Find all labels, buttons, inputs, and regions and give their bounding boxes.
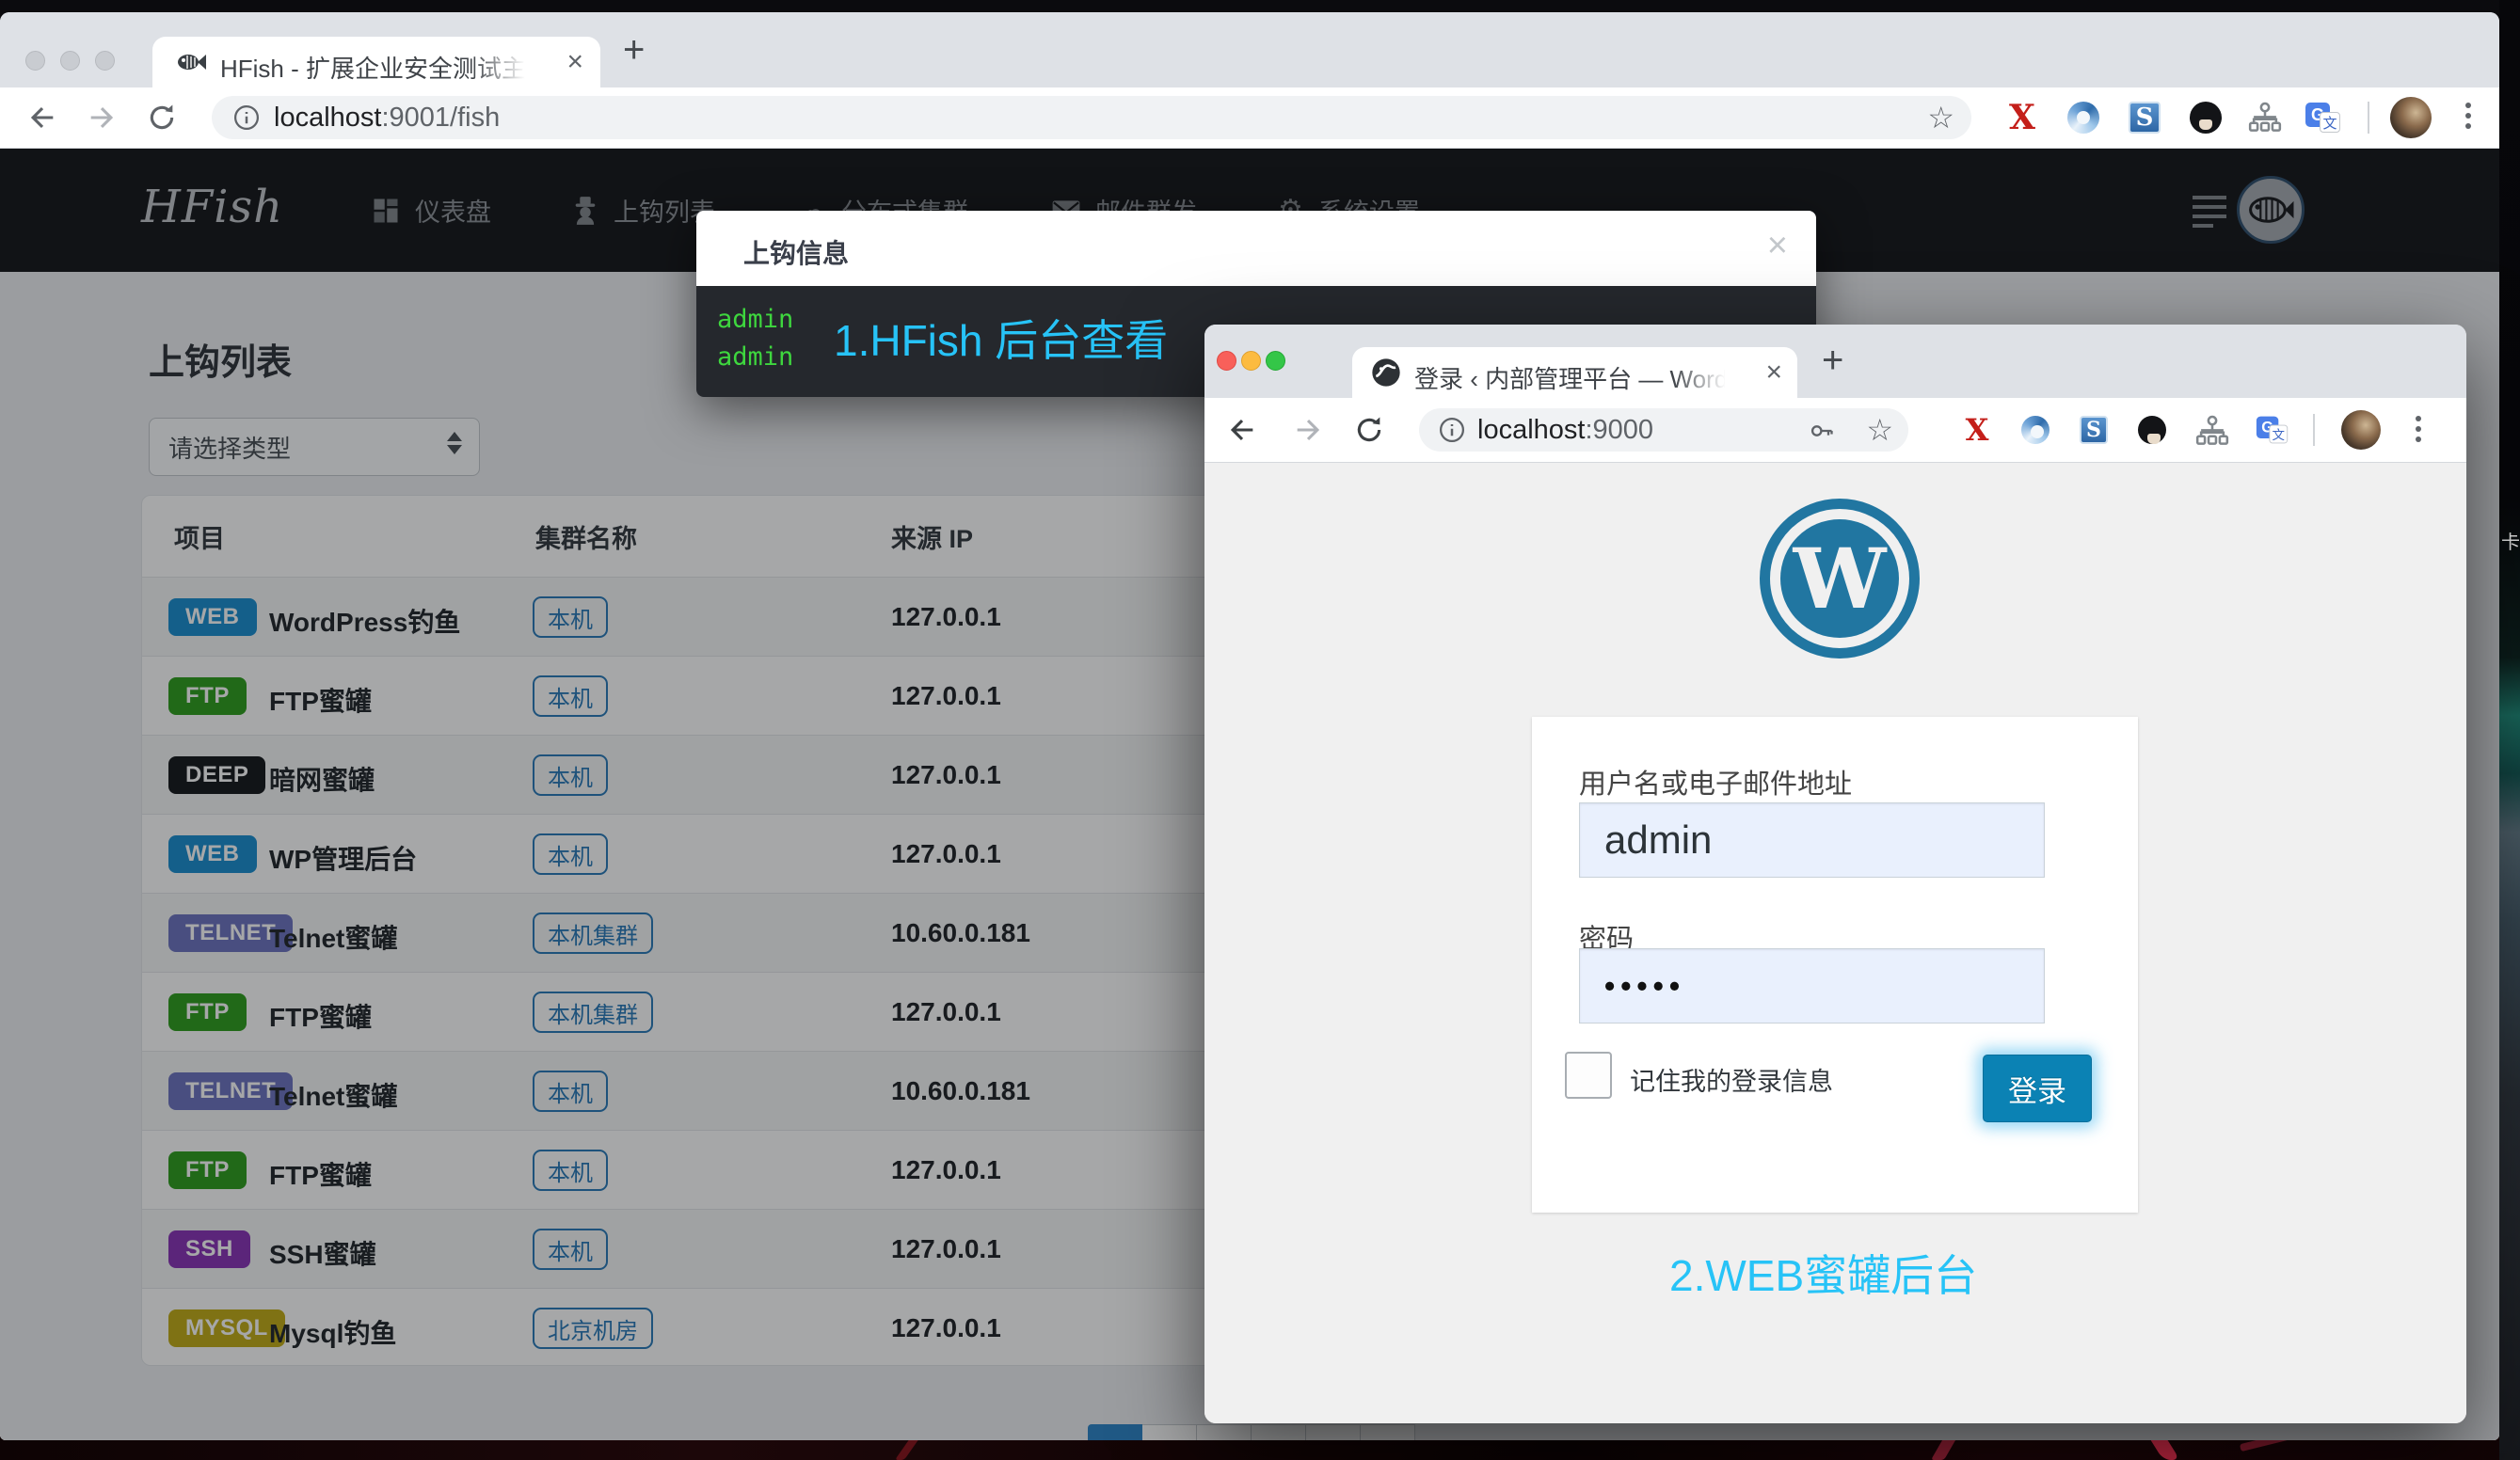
wp-url-bar[interactable]: localhost:9000 ☆ [1419, 408, 1908, 452]
main-tabstrip: HFish - 扩展企业安全测试主动诱 × + [0, 12, 2499, 87]
browser-profile-avatar[interactable] [2341, 410, 2381, 450]
password-key-icon[interactable] [1809, 418, 1835, 444]
toolbar-separator [2313, 414, 2315, 446]
url-host: localhost [1477, 415, 1586, 445]
modal-close-icon[interactable]: × [1767, 228, 1788, 263]
wp-toolbar: localhost:9000 ☆ X S G文 [1204, 398, 2466, 462]
back-icon[interactable] [1226, 414, 1258, 446]
extension-swirl-icon[interactable] [2018, 412, 2053, 448]
minimize-window-button[interactable] [1241, 351, 1261, 371]
url-host: localhost [274, 103, 382, 133]
forward-icon[interactable] [86, 102, 118, 134]
wordpress-logo: W [1760, 499, 1920, 659]
extension-s-proxy-icon[interactable]: S [2127, 100, 2162, 135]
wallpaper-right-strip [2499, 0, 2520, 1460]
password-field[interactable]: ••••• [1579, 948, 2045, 1024]
tab-close-icon[interactable]: × [1765, 358, 1782, 387]
bookmark-star-icon[interactable]: ☆ [1927, 103, 1954, 133]
extension-swirl-icon[interactable] [2065, 100, 2101, 135]
minimize-window-button[interactable] [60, 51, 80, 71]
new-tab-button[interactable]: + [1822, 341, 1843, 379]
username-label: 用户名或电子邮件地址 [1579, 770, 1853, 800]
zoom-window-button[interactable] [95, 51, 115, 71]
login-form-card: 用户名或电子邮件地址 admin 密码 ••••• 记住我的登录信息 登录 [1532, 717, 2138, 1213]
wordpress-logo-letter: W [1780, 519, 1899, 638]
browser-profile-avatar[interactable] [2390, 97, 2432, 138]
extension-x-blocker-icon[interactable]: X [1959, 412, 1995, 448]
extension-translate-icon[interactable]: G文 [2256, 414, 2289, 446]
desktop: 卡 HFish - 扩展企业安全测试主动诱 × + [0, 0, 2520, 1460]
close-window-button[interactable] [25, 51, 45, 71]
annotation-step1: 1.HFish 后台查看 [834, 316, 1169, 365]
site-info-icon[interactable] [232, 103, 261, 132]
bookmark-star-icon[interactable]: ☆ [1866, 415, 1893, 445]
forward-icon[interactable] [1292, 414, 1324, 446]
username-field[interactable]: admin [1579, 802, 2045, 878]
password-value: ••••• [1604, 968, 1686, 1003]
extension-translate-icon[interactable]: G文 [2305, 100, 2341, 135]
remember-me-checkbox[interactable] [1565, 1052, 1612, 1099]
browser-menu-icon[interactable] [2464, 103, 2472, 129]
annotation-step2: 2.WEB蜜罐后台 [1669, 1251, 1978, 1300]
extension-sitemap-icon[interactable] [2247, 101, 2283, 136]
url-path: :9000 [1585, 415, 1654, 445]
wp-browser-tab[interactable]: 登录 ‹ 内部管理平台 — WordPre × [1352, 347, 1797, 398]
remember-me-label: 记住我的登录信息 [1630, 1068, 1833, 1096]
tab-close-icon[interactable]: × [566, 48, 583, 76]
new-tab-button[interactable]: + [623, 31, 645, 69]
url-text: localhost:9001/fish [274, 103, 500, 134]
extension-afro-icon[interactable] [2188, 100, 2224, 135]
wordpress-browser-window: 登录 ‹ 内部管理平台 — WordPre × + [1204, 325, 2466, 1423]
back-icon[interactable] [26, 102, 58, 134]
main-browser-tab[interactable]: HFish - 扩展企业安全测试主动诱 × [152, 37, 600, 87]
modal-title: 上钩信息 [743, 239, 850, 268]
browser-menu-icon[interactable] [2415, 416, 2422, 442]
reload-icon[interactable] [1353, 414, 1385, 446]
zoom-window-button[interactable] [1266, 351, 1285, 371]
globe-favicon [1372, 358, 1400, 387]
extension-s-proxy-icon[interactable]: S [2076, 412, 2112, 448]
wordpress-login-page: W 用户名或电子邮件地址 admin 密码 ••••• 记住我的登录信息 登录 … [1204, 463, 2466, 1423]
wp-tabstrip: 登录 ‹ 内部管理平台 — WordPre × + [1204, 325, 2466, 398]
username-value: admin [1604, 817, 1713, 862]
tab-title-fade [472, 37, 538, 87]
reload-icon[interactable] [146, 102, 178, 134]
extension-sitemap-icon[interactable] [2194, 414, 2230, 450]
site-info-icon[interactable] [1438, 416, 1466, 444]
login-button[interactable]: 登录 [1983, 1055, 2092, 1122]
main-url-bar[interactable]: localhost:9001/fish ☆ [212, 96, 1971, 139]
extension-x-blocker-icon[interactable]: X [2004, 98, 2040, 137]
modal-header: 上钩信息 × [696, 211, 1816, 286]
url-text: localhost:9000 [1477, 415, 1653, 446]
url-path: :9001/fish [381, 103, 501, 133]
extension-afro-icon[interactable] [2134, 412, 2170, 448]
hfish-favicon [178, 55, 206, 70]
close-window-button[interactable] [1217, 351, 1236, 371]
main-toolbar: localhost:9001/fish ☆ X S G文 [0, 87, 2499, 148]
wallpaper-glyph: 卡 [2501, 532, 2520, 553]
toolbar-separator [2368, 102, 2369, 134]
tab-title-fade [1673, 347, 1739, 398]
